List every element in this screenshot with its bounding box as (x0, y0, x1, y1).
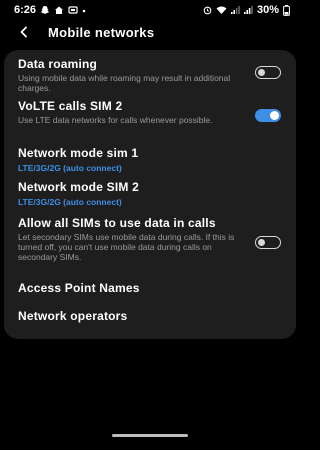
more-dot-icon (82, 5, 86, 15)
signal-sim1-icon (230, 5, 240, 15)
setting-title: Network operators (18, 309, 128, 323)
back-button[interactable] (8, 21, 40, 43)
notification-icon (68, 5, 78, 15)
setting-title: Network mode sim 1 (18, 146, 139, 160)
wifi-icon (216, 5, 227, 15)
setting-access-point-names[interactable]: Access Point Names (18, 282, 286, 295)
setting-network-operators[interactable]: Network operators (18, 310, 286, 323)
battery-percent: 30% (256, 4, 279, 16)
setting-volte-sim2[interactable]: VoLTE calls SIM 2 Use LTE data networks … (18, 99, 286, 126)
setting-description: Let secondary SIMs use mobile data durin… (18, 232, 235, 262)
setting-title: Allow all SIMs to use data in calls (18, 216, 216, 230)
page-title: Mobile networks (48, 24, 155, 40)
home-app-icon (54, 5, 64, 15)
setting-network-mode-sim1[interactable]: Network mode sim 1 LTE/3G/2G (auto conne… (18, 146, 286, 174)
alarm-icon (203, 5, 212, 15)
setting-title: Access Point Names (18, 281, 140, 295)
setting-value: LTE/3G/2G (auto connect) (18, 197, 122, 207)
back-arrow-icon (20, 26, 27, 38)
signal-sim2-icon (243, 5, 253, 15)
setting-title: Network mode SIM 2 (18, 180, 139, 194)
data-roaming-toggle[interactable] (255, 66, 281, 79)
status-time: 6:26 (14, 4, 37, 16)
snapchat-icon (40, 5, 50, 15)
setting-allow-sims-data-calls[interactable]: Allow all SIMs to use data in calls Let … (18, 216, 286, 263)
setting-title: Data roaming (18, 57, 98, 71)
gesture-nav-handle[interactable] (112, 434, 188, 437)
volte-sim2-toggle[interactable] (255, 109, 281, 122)
setting-value: LTE/3G/2G (auto connect) (18, 163, 122, 173)
setting-data-roaming[interactable]: Data roaming Using mobile data while roa… (18, 57, 286, 94)
app-header: Mobile networks (0, 21, 300, 43)
setting-title: VoLTE calls SIM 2 (18, 99, 123, 113)
setting-network-mode-sim2[interactable]: Network mode SIM 2 LTE/3G/2G (auto conne… (18, 180, 286, 208)
setting-description: Use LTE data networks for calls whenever… (18, 115, 213, 125)
allow-sims-data-toggle[interactable] (255, 236, 281, 249)
battery-icon (283, 4, 290, 16)
status-bar: 6:26 30% (0, 0, 300, 20)
setting-description: Using mobile data while roaming may resu… (18, 73, 231, 93)
settings-card: Data roaming Using mobile data while roa… (4, 50, 296, 339)
